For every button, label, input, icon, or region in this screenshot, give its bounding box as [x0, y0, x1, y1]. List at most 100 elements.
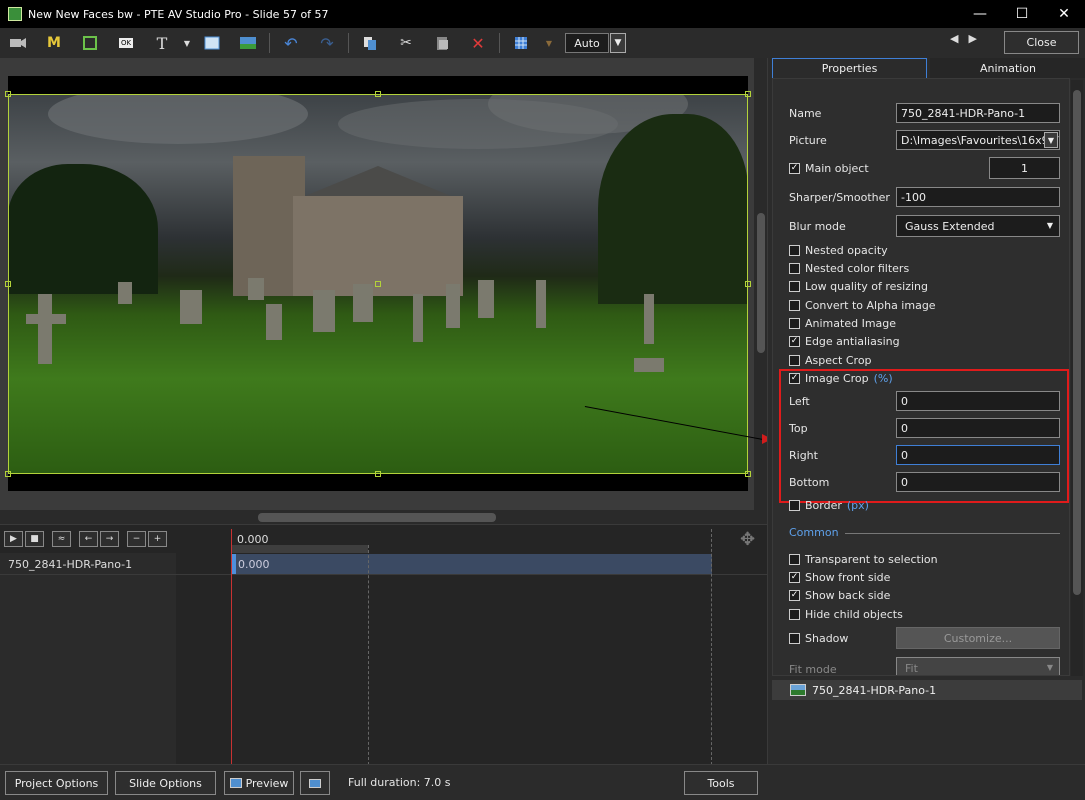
resize-handle[interactable] [375, 91, 381, 97]
scrollbar-thumb[interactable] [258, 513, 496, 522]
minimize-button[interactable]: — [959, 0, 1001, 28]
resize-handle[interactable] [5, 91, 11, 97]
hide-child-objects-checkbox[interactable]: Hide child objects [789, 608, 903, 621]
paste-icon[interactable] [424, 30, 460, 56]
checkbox-box[interactable]: ✓ [789, 163, 800, 174]
timeline-playhead[interactable] [231, 529, 232, 765]
resize-handle[interactable] [745, 91, 751, 97]
checkbox-box[interactable] [789, 300, 800, 311]
resize-handle[interactable] [745, 281, 751, 287]
border-unit: (px) [846, 499, 869, 512]
border-checkbox[interactable]: Border (px) [789, 499, 869, 512]
blur-mode-select[interactable]: Gauss Extended ▼ [896, 215, 1060, 237]
move-icon[interactable]: ✥ [740, 529, 755, 550]
text-icon[interactable]: T [144, 30, 180, 56]
aspect-crop-checkbox[interactable]: Aspect Crop [789, 354, 872, 367]
grid-dropdown-icon[interactable]: ▼ [539, 30, 559, 56]
transparent-selection-checkbox[interactable]: Transparent to selection [789, 553, 938, 566]
checkbox-box[interactable] [789, 609, 800, 620]
undo-icon[interactable]: ↶ [273, 30, 309, 56]
checkbox-box[interactable] [789, 318, 800, 329]
tools-button[interactable]: Tools [684, 771, 758, 795]
name-field[interactable]: 750_2841-HDR-Pano-1 [896, 103, 1060, 123]
title-bar: New New Faces bw - PTE AV Studio Pro - S… [0, 0, 1085, 28]
checkbox-box[interactable] [789, 355, 800, 366]
delete-icon[interactable]: ✕ [460, 30, 496, 56]
chevron-down-icon[interactable]: ▼ [1044, 132, 1058, 148]
sharper-field[interactable]: -100 [896, 187, 1060, 207]
show-back-side-checkbox[interactable]: ✓ Show back side [789, 589, 890, 602]
play-button[interactable]: ▶ [4, 531, 23, 547]
slide-options-button[interactable]: Slide Options [115, 771, 216, 795]
main-object-checkbox[interactable]: ✓ Main object [789, 162, 869, 175]
auto-select[interactable]: Auto ▼ [565, 33, 626, 53]
checkbox-box[interactable]: ✓ [789, 336, 800, 347]
stop-button[interactable]: ■ [25, 531, 44, 547]
nested-opacity-checkbox[interactable]: Nested opacity [789, 244, 888, 257]
picture-field[interactable]: D:\Images\Favourites\16x9\750 ▼ [896, 130, 1060, 150]
chevron-down-icon[interactable]: ▼ [610, 33, 626, 53]
checkbox-box[interactable]: ✓ [789, 590, 800, 601]
checkbox-box[interactable] [789, 500, 800, 511]
close-window-button[interactable]: ✕ [1043, 0, 1085, 28]
prev-slide-icon[interactable]: ◀ [950, 32, 958, 45]
grid-icon[interactable] [503, 30, 539, 56]
checkbox-box[interactable] [789, 263, 800, 274]
scrollbar-thumb[interactable] [757, 213, 765, 353]
copy-icon[interactable] [352, 30, 388, 56]
checkbox-box[interactable] [789, 281, 800, 292]
project-options-button[interactable]: Project Options [5, 771, 108, 795]
camera-icon[interactable] [0, 30, 36, 56]
show-front-side-checkbox[interactable]: ✓ Show front side [789, 571, 890, 584]
checkbox-label: Nested opacity [805, 244, 888, 257]
canvas-horizontal-scrollbar[interactable] [0, 510, 767, 524]
waveform-button[interactable]: ≈ [52, 531, 71, 547]
resize-handle[interactable] [5, 471, 11, 477]
animated-image-checkbox[interactable]: Animated Image [789, 317, 896, 330]
mask-icon[interactable]: M [36, 30, 72, 56]
rectangle-icon[interactable] [194, 30, 230, 56]
zoom-in-button[interactable]: + [148, 531, 167, 547]
timeline-ruler[interactable] [232, 545, 368, 553]
scrollbar-thumb[interactable] [1073, 90, 1081, 595]
image-icon[interactable] [230, 30, 266, 56]
checkbox-box[interactable] [789, 633, 800, 644]
zoom-out-button[interactable]: − [127, 531, 146, 547]
button-icon[interactable]: OK [108, 30, 144, 56]
next-slide-icon[interactable]: ▶ [968, 32, 976, 45]
main-object-count[interactable]: 1 [989, 157, 1060, 179]
fullscreen-preview-button[interactable] [300, 771, 330, 795]
tab-properties[interactable]: Properties [772, 58, 927, 78]
nested-color-filters-checkbox[interactable]: Nested color filters [789, 262, 909, 275]
checkbox-box[interactable]: ✓ [789, 572, 800, 583]
tab-animation[interactable]: Animation [930, 58, 1085, 78]
close-button[interactable]: Close [1004, 31, 1079, 54]
resize-handle[interactable] [5, 281, 11, 287]
frame-icon[interactable] [72, 30, 108, 56]
low-quality-resizing-checkbox[interactable]: Low quality of resizing [789, 280, 928, 293]
prev-key-button[interactable]: ← [79, 531, 98, 547]
slide-canvas[interactable] [0, 58, 767, 524]
timeline-object-list [0, 553, 176, 765]
keyframe-marker[interactable] [232, 554, 236, 574]
preview-button[interactable]: Preview [224, 771, 294, 795]
resize-handle[interactable] [745, 471, 751, 477]
maximize-button[interactable]: ☐ [1001, 0, 1043, 28]
timeline-row[interactable]: 750_2841-HDR-Pano-1 0.000 [0, 553, 767, 575]
checkbox-box[interactable] [789, 245, 800, 256]
convert-alpha-checkbox[interactable]: Convert to Alpha image [789, 299, 936, 312]
shadow-checkbox[interactable]: Shadow [789, 632, 848, 645]
resize-handle[interactable] [375, 281, 381, 287]
edge-antialiasing-checkbox[interactable]: ✓ Edge antialiasing [789, 335, 900, 348]
customize-button[interactable]: Customize... [896, 627, 1060, 649]
resize-handle[interactable] [375, 471, 381, 477]
text-dropdown-icon[interactable]: ▼ [180, 30, 194, 56]
checkbox-box[interactable] [789, 554, 800, 565]
fit-mode-select[interactable]: Fit ▼ [896, 657, 1060, 675]
redo-icon[interactable]: ↷ [309, 30, 345, 56]
object-list-item[interactable]: 750_2841-HDR-Pano-1 [772, 680, 1082, 700]
properties-scrollbar[interactable] [1071, 80, 1083, 676]
cut-icon[interactable]: ✂ [388, 30, 424, 56]
next-key-button[interactable]: → [100, 531, 119, 547]
timeline-clip[interactable]: 0.000 [232, 554, 712, 574]
